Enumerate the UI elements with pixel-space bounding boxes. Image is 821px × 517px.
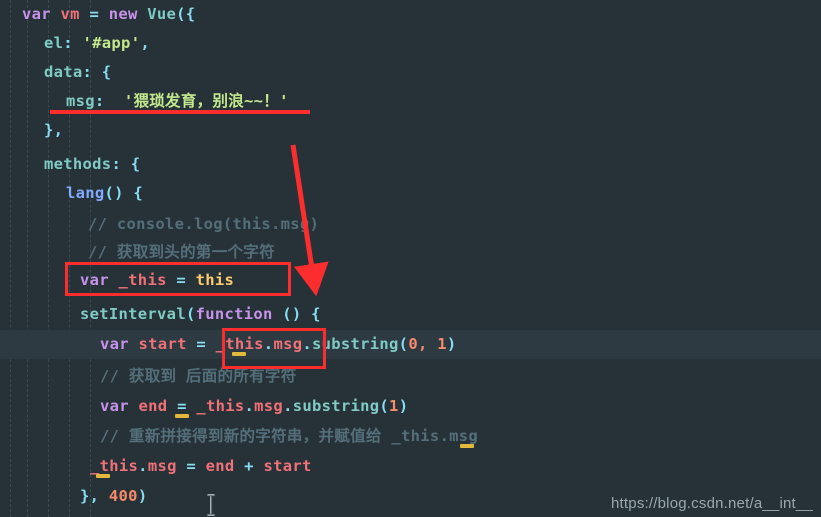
token-property-methods: methods	[44, 155, 112, 173]
code-line-1[interactable]: var vm = new Vue({	[22, 0, 195, 29]
token-colon-brace: : {	[111, 155, 141, 173]
token-identifier-underscore-this: _this	[196, 397, 245, 415]
token-keyword-function: function	[195, 305, 273, 323]
token-operator-assign: =	[79, 5, 109, 23]
token-property-data: data	[44, 63, 83, 81]
code-area[interactable]: var vm = new Vue({ el: '#app', data: { m…	[0, 0, 821, 517]
token-dot: .	[138, 457, 148, 475]
token-parens-brace: () {	[272, 305, 321, 323]
watermark-url: https://blog.csdn.net/a__int__	[611, 495, 813, 512]
token-property-msg: msg	[147, 457, 177, 475]
token-string-message: '猥琐发育，别浪~~！'	[123, 92, 289, 110]
token-colon: :	[94, 92, 124, 110]
token-close-brace-comma: },	[44, 121, 64, 139]
token-operator-assign: =	[186, 335, 216, 353]
code-line-17[interactable]: }, 400)	[80, 482, 147, 511]
token-colon: :	[63, 34, 83, 52]
token-close-paren: )	[137, 487, 148, 505]
token-keyword-new: new	[108, 5, 138, 23]
token-close-paren: )	[398, 397, 409, 415]
token-identifier-Vue: Vue	[147, 5, 177, 23]
token-close-paren: )	[446, 335, 457, 353]
code-line-11[interactable]: setInterval(function () {	[80, 300, 321, 329]
code-editor-screenshot: var vm = new Vue({ el: '#app', data: { m…	[0, 0, 821, 517]
code-line-15-comment: // 重新拼接得到新的字符串，并赋值给 _this.msg	[100, 427, 479, 445]
token-close-brace-comma: },	[80, 487, 109, 505]
code-line-3[interactable]: data: {	[44, 58, 111, 87]
code-line-8-comment: // console.log(this.msg)	[88, 215, 320, 233]
token-parens-brace: () {	[104, 184, 144, 202]
token-string-app: '#app'	[82, 34, 141, 52]
token-open-paren: (	[398, 335, 409, 353]
token-identifier-vm: vm	[60, 5, 80, 23]
token-substring-args: 0, 1	[408, 335, 447, 353]
token-identifier-end: end	[138, 397, 168, 415]
token-operator-assign: =	[167, 397, 197, 415]
token-keyword-var: var	[22, 5, 51, 23]
modified-marker	[460, 444, 474, 448]
token-operator-assign: =	[176, 457, 206, 475]
token-open-paren: (	[379, 397, 390, 415]
token-substring-args: 1	[389, 397, 399, 415]
token-identifier-start: start	[263, 457, 312, 475]
token-method-substring: substring	[292, 397, 380, 415]
token-identifier-underscore-this: _this	[90, 457, 139, 475]
token-keyword-var: var	[100, 335, 129, 353]
code-line-2[interactable]: el: '#app',	[44, 29, 150, 58]
annotation-box-var-this	[65, 262, 291, 296]
code-line-5[interactable]: },	[44, 116, 63, 145]
modified-marker	[96, 474, 110, 478]
modified-marker	[175, 414, 189, 418]
token-identifier-end: end	[205, 457, 235, 475]
token-colon-brace: : {	[82, 63, 112, 81]
token-dot: .	[283, 397, 293, 415]
token-property-msg: msg	[254, 397, 284, 415]
annotation-box-this-msg	[222, 328, 326, 369]
token-punctuation: ({	[176, 5, 196, 23]
token-property-el: el	[44, 34, 64, 52]
code-line-7[interactable]: lang() {	[66, 179, 143, 208]
token-identifier-start: start	[138, 335, 187, 353]
code-line-14[interactable]: var end = _this.msg.substring(1)	[100, 392, 408, 421]
token-number-delay: 400	[108, 487, 138, 505]
code-line-16[interactable]: _this.msg = end + start	[90, 452, 312, 481]
token-open-paren: (	[185, 305, 196, 323]
token-dot: .	[244, 397, 255, 415]
token-function-setInterval: setInterval	[80, 305, 186, 323]
token-method-lang: lang	[66, 184, 105, 202]
annotation-underline-msg-string	[50, 110, 310, 114]
token-operator-plus: +	[234, 457, 264, 475]
token-comma: ,	[140, 34, 150, 52]
token-keyword-var: var	[100, 397, 129, 415]
token-property-msg: msg	[66, 92, 95, 110]
code-line-6[interactable]: methods: {	[44, 150, 140, 179]
